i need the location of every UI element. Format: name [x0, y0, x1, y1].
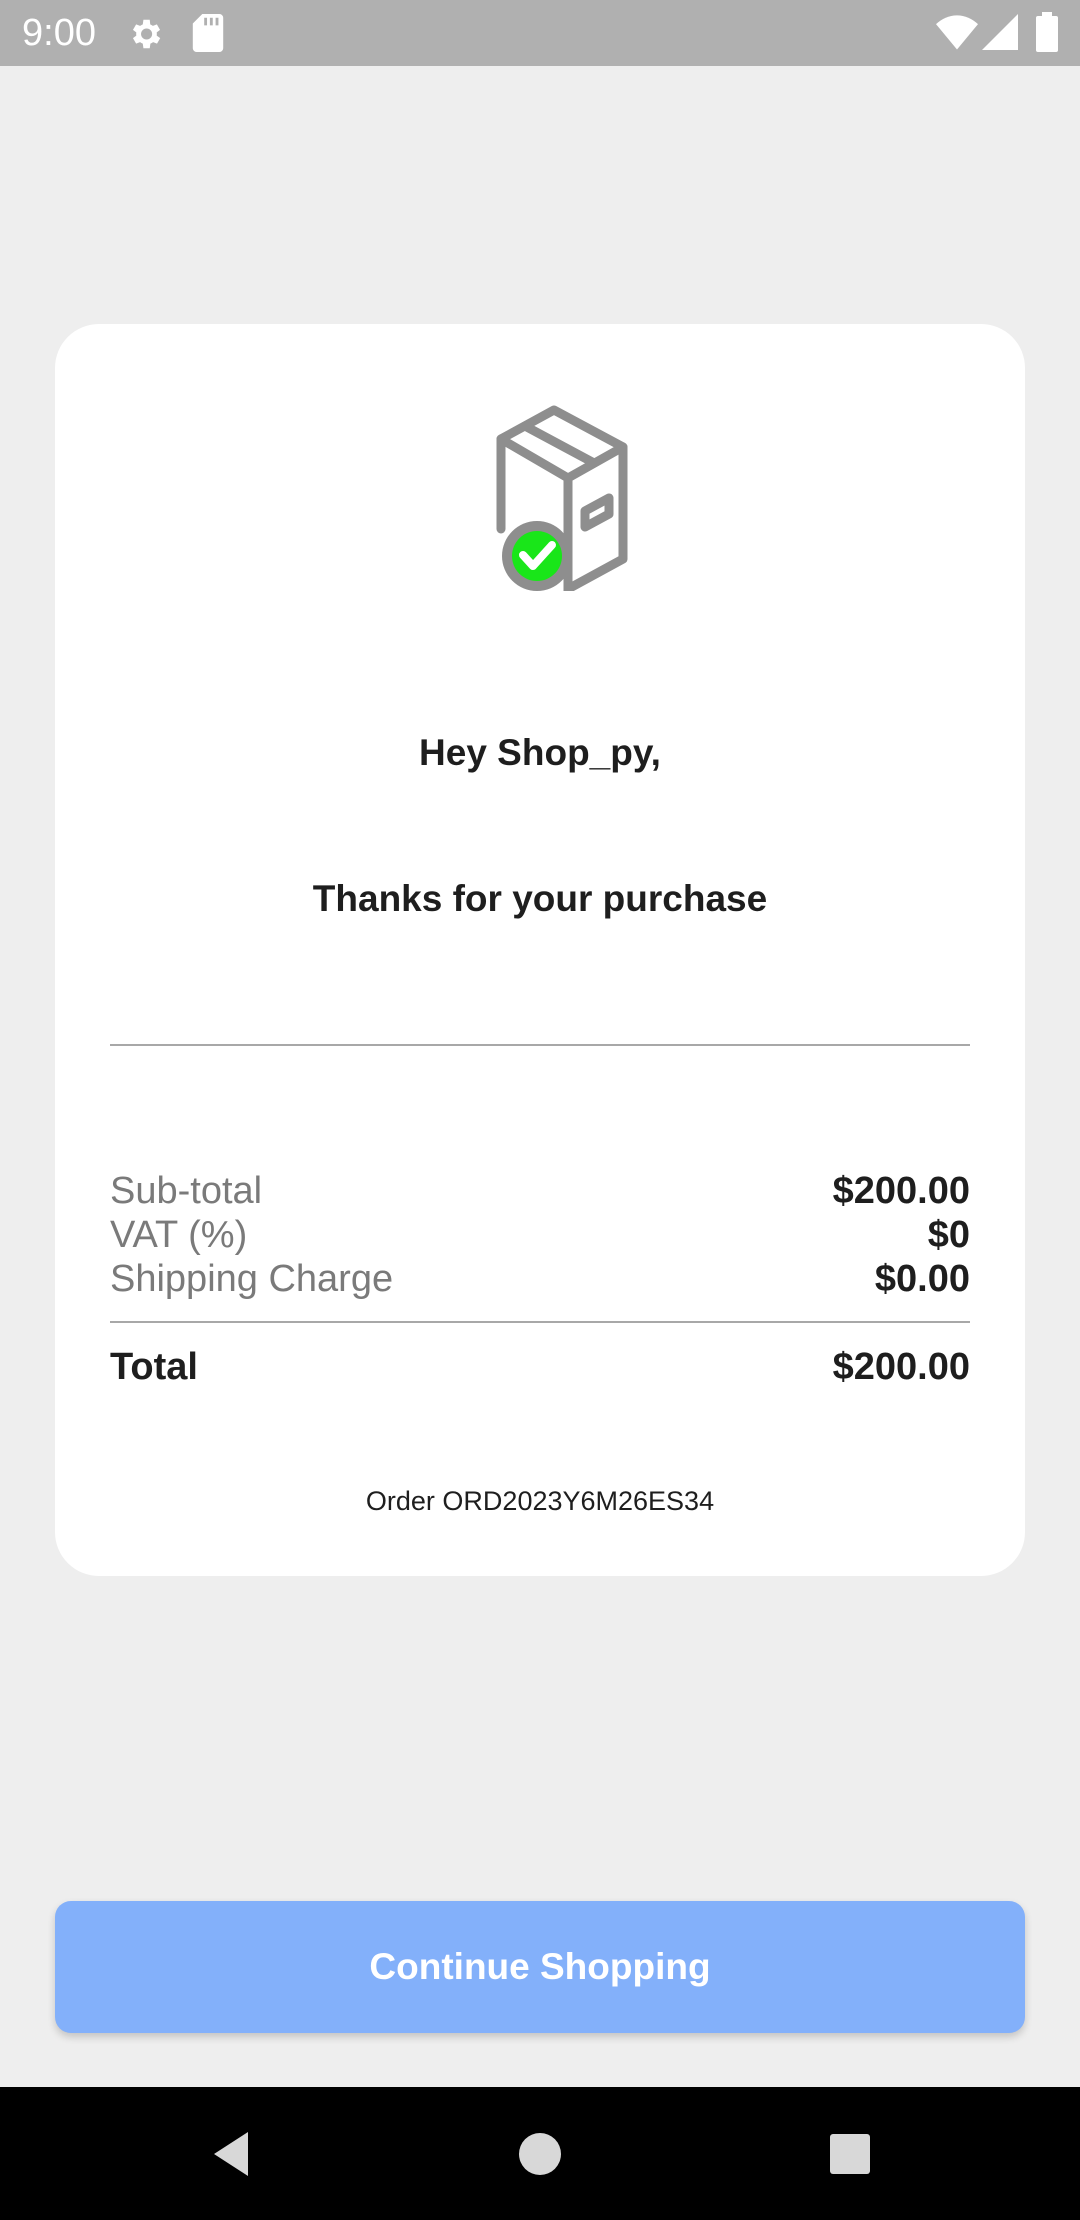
battery-icon	[1036, 12, 1058, 57]
total-row: Total $200.00	[110, 1345, 970, 1389]
subtotal-row: Sub-total $200.00	[110, 1169, 970, 1213]
signal-icon	[982, 14, 1018, 55]
order-id: Order ORD2023Y6M26ES34	[365, 1486, 715, 1516]
navigation-bar	[0, 2087, 1080, 2220]
shipping-label: Shipping Charge	[110, 1258, 394, 1300]
total-label: Total	[110, 1346, 198, 1388]
subtotal-value: $200.00	[832, 1170, 970, 1212]
continue-shopping-button[interactable]: Continue Shopping	[55, 1901, 1025, 2033]
recents-icon[interactable]	[818, 2122, 882, 2186]
back-icon[interactable]	[202, 2122, 266, 2186]
package-delivered-icon	[437, 379, 657, 619]
total-value: $200.00	[832, 1346, 970, 1388]
subtotal-label: Sub-total	[110, 1170, 263, 1212]
vat-label: VAT (%)	[110, 1214, 248, 1256]
divider	[110, 1321, 970, 1323]
shipping-row: Shipping Charge $0.00	[110, 1257, 970, 1301]
home-icon[interactable]	[508, 2122, 572, 2186]
divider	[110, 1044, 970, 1046]
gear-icon	[126, 15, 164, 58]
status-time: 9:00	[22, 12, 96, 54]
order-summary-card: Hey Shop_py, Thanks for your purchase Su…	[55, 324, 1025, 1576]
vat-row: VAT (%) $0	[110, 1213, 970, 1257]
wifi-icon	[936, 14, 978, 55]
sd-card-icon	[192, 14, 224, 57]
thanks-text: Thanks for your purchase	[312, 878, 768, 919]
greeting-text: Hey Shop_py,	[419, 732, 661, 773]
shipping-value: $0.00	[874, 1258, 970, 1300]
vat-value: $0	[927, 1214, 970, 1256]
status-bar: 9:00	[0, 0, 1080, 66]
